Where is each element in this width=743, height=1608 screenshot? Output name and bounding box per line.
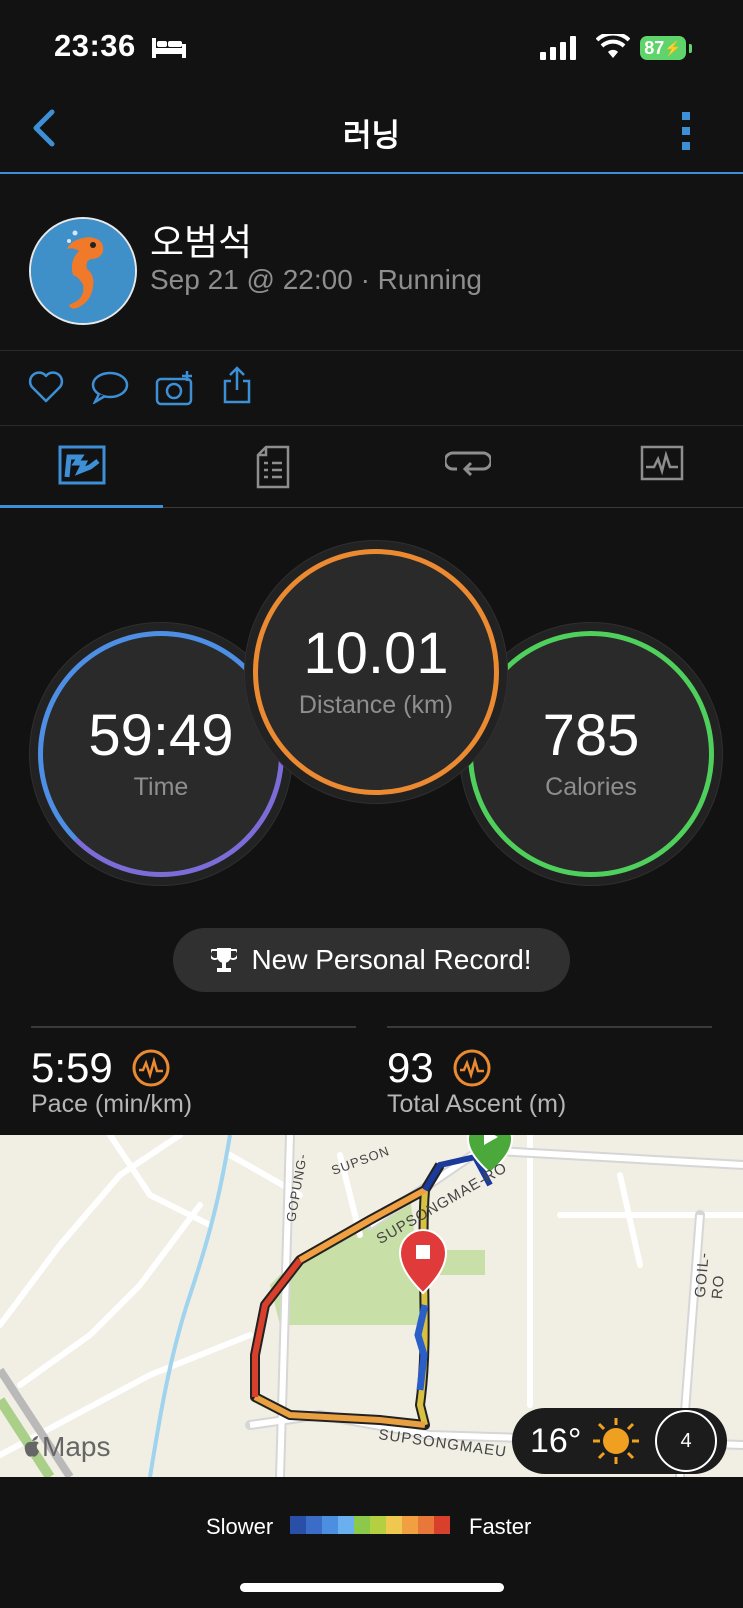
tab-laps[interactable]: [375, 445, 560, 479]
activity-meta: Sep 21 @ 22:00 · Running: [150, 264, 482, 295]
legend-swatch: [322, 1516, 338, 1534]
pace-divider: [31, 1026, 356, 1028]
share-button[interactable]: [222, 366, 252, 409]
seahorse-icon: [31, 219, 135, 323]
tab-details[interactable]: [180, 445, 365, 489]
calories-value: 785: [542, 702, 640, 768]
legend-faster-label: Faster: [469, 1514, 532, 1539]
tab-overview[interactable]: [0, 445, 163, 485]
actions-divider: [0, 425, 743, 426]
more-options-button[interactable]: [680, 110, 692, 157]
user-name: 오범석: [150, 222, 253, 263]
legend-swatch: [338, 1516, 354, 1534]
time-label: Time: [133, 772, 189, 801]
active-tab-indicator: [0, 505, 163, 508]
legend-slower-label: Slower: [206, 1514, 274, 1539]
pace-chart-icon[interactable]: [132, 1049, 170, 1092]
legend-swatch: [418, 1516, 434, 1534]
legend-swatch: [290, 1516, 306, 1534]
trophy-icon: [211, 948, 238, 972]
overview-icon: [58, 445, 105, 485]
sleep-focus-icon: [152, 36, 186, 63]
laps-icon: [444, 451, 491, 477]
like-button[interactable]: [28, 370, 64, 409]
sun-icon: [591, 1416, 641, 1471]
legend-swatch: [434, 1516, 450, 1534]
pace-value: 5:59: [31, 1044, 113, 1091]
profile-divider: [0, 350, 743, 351]
ascent-value: 93: [387, 1044, 434, 1091]
calories-stat: 785 Calories: [468, 631, 714, 877]
battery-level: 87: [644, 37, 665, 58]
legend-swatch: [402, 1516, 418, 1534]
wifi-icon: [595, 31, 631, 65]
wind-indicator: 4: [655, 1410, 717, 1472]
distance-stat: 10.01 Distance (km): [253, 549, 499, 795]
comment-button[interactable]: [91, 370, 129, 409]
street-label: GOIL-RO: [691, 1251, 728, 1300]
add-photo-button[interactable]: [155, 370, 195, 411]
legend-swatch: [370, 1516, 386, 1534]
page-title: 러닝: [342, 118, 401, 153]
ascent-label: Total Ascent (m): [387, 1090, 567, 1118]
legend-swatch: [386, 1516, 402, 1534]
legend-swatch: [354, 1516, 370, 1534]
apple-logo-icon: [24, 1436, 39, 1457]
chart-icon: [640, 445, 683, 481]
battery-tip: [689, 44, 692, 53]
weather-temperature: 16°: [530, 1422, 582, 1460]
status-time: 23:36: [54, 28, 136, 63]
record-label: New Personal Record!: [251, 944, 532, 975]
nav-divider: [0, 172, 743, 174]
pace-color-legend: [290, 1516, 450, 1534]
maps-attribution[interactable]: Maps: [22, 1431, 110, 1463]
maps-attribution-text: Maps: [42, 1431, 111, 1462]
distance-value: 10.01: [303, 620, 449, 686]
document-icon: [256, 445, 289, 489]
personal-record-badge[interactable]: New Personal Record!: [173, 928, 570, 992]
home-indicator[interactable]: [240, 1583, 504, 1592]
calories-label: Calories: [545, 772, 637, 801]
wind-speed: 4: [680, 1429, 692, 1452]
cellular-signal-icon: [540, 36, 578, 65]
time-stat: 59:49 Time: [38, 631, 284, 877]
ascent-chart-icon[interactable]: [453, 1049, 491, 1092]
tab-charts[interactable]: [569, 445, 743, 481]
legend-swatch: [306, 1516, 322, 1534]
ascent-divider: [387, 1026, 712, 1028]
battery-indicator: 87 ⚡: [640, 36, 686, 60]
time-value: 59:49: [88, 702, 234, 768]
distance-label: Distance (km): [298, 690, 454, 719]
pace-label: Pace (min/km): [31, 1090, 193, 1118]
avatar[interactable]: [29, 217, 137, 325]
